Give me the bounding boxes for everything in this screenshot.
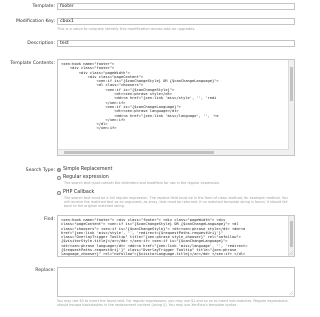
radio-php-callback[interactable] xyxy=(57,190,61,195)
template-label: Template: xyxy=(32,4,55,9)
template-contents-box[interactable]: <xen:hook name="footer"> <div class="foo… xyxy=(57,59,295,156)
search-type-option-simple[interactable]: Simple Replacement xyxy=(57,167,112,172)
modification-key-hint: This is a value to uniquely identify thi… xyxy=(57,27,196,31)
search-type-option-label: Simple Replacement xyxy=(63,167,113,172)
description-input[interactable]: test xyxy=(57,40,295,47)
radio-simple-replacement[interactable] xyxy=(57,167,61,172)
php-callback-hint: The search text must be a full regular e… xyxy=(64,196,288,208)
search-type-option-php-callback[interactable]: PHP Callback xyxy=(57,190,94,195)
resize-grip-icon[interactable] xyxy=(289,291,293,295)
resize-grip-icon[interactable] xyxy=(289,251,293,255)
radio-regular-expression[interactable] xyxy=(57,175,61,180)
find-label: Find: xyxy=(44,217,55,222)
modification-key-label: Modification Key: xyxy=(15,19,55,24)
search-type-option-regex[interactable]: Regular expression xyxy=(57,175,109,180)
replace-hint: You may use $0 to insert the found text.… xyxy=(57,299,288,307)
regex-hint: The search text must contain the delimit… xyxy=(64,181,221,185)
template-contents-text[interactable]: <xen:hook name="footer"> <div class="foo… xyxy=(58,60,294,131)
find-text[interactable]: <xen:hook name="footer"> <div class="foo… xyxy=(58,216,294,256)
template-contents-horizontal-scrollbar[interactable] xyxy=(58,149,289,155)
template-contents-vertical-scrollbar[interactable] xyxy=(288,60,294,155)
search-type-option-label: Regular expression xyxy=(63,175,109,180)
replace-text[interactable] xyxy=(58,268,294,270)
modification-key-input[interactable]: cbox1 xyxy=(57,18,295,25)
search-type-option-label: PHP Callback xyxy=(63,190,95,195)
replace-textarea[interactable] xyxy=(57,267,295,297)
search-type-label: Search Type: xyxy=(25,168,55,173)
description-label: Description: xyxy=(27,41,55,46)
find-textarea[interactable]: <xen:hook name="footer"> <div class="foo… xyxy=(57,215,295,257)
replace-label: Replace: xyxy=(35,268,55,273)
template-contents-label: Template Contents: xyxy=(10,61,55,66)
find-vertical-scrollbar[interactable] xyxy=(288,216,294,256)
template-input[interactable]: footer xyxy=(57,3,295,10)
